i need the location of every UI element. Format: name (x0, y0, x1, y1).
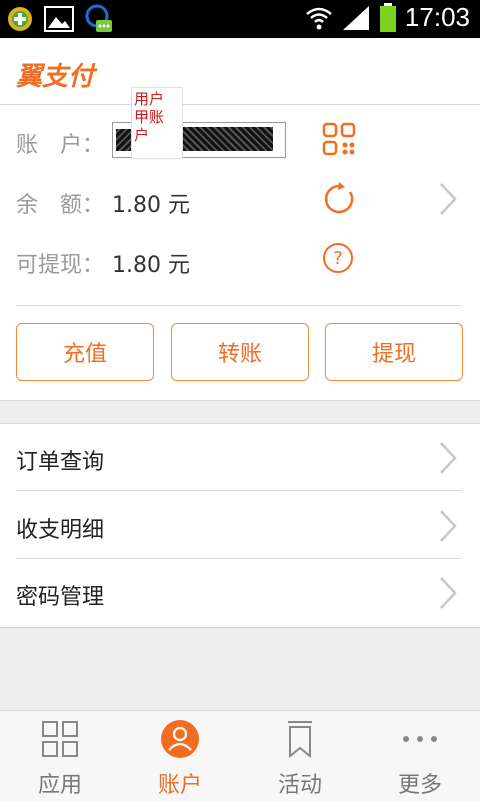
account-name-tooltip: 用户 甲账 户 (131, 87, 183, 159)
tooltip-line: 甲账 (134, 108, 165, 126)
image-icon (44, 6, 74, 32)
svg-text:?: ? (333, 248, 343, 269)
withdraw-button[interactable]: 提现 (325, 323, 463, 381)
tab-label: 更多 (397, 773, 442, 798)
withdrawable-label: 可提现： (16, 253, 105, 278)
clock: 17:03 (404, 2, 470, 32)
menu-list: 订单查询 收支明细 密码管理 (0, 423, 480, 628)
qr-code-icon[interactable] (322, 122, 356, 156)
chevron-right-icon (440, 577, 457, 609)
tab-label: 账户 (157, 773, 202, 798)
question-icon[interactable]: ? (322, 242, 354, 274)
tab-apps[interactable]: 应用 (0, 711, 120, 801)
account-card: 账 户： 用户 甲账 户 余 额： 1.80 元 可提现： 1.80 元 ? 充… (0, 87, 480, 401)
balance-label: 余 额： (16, 193, 105, 218)
menu-item-label: 订单查询 (16, 450, 105, 475)
menu-item-label: 收支明细 (16, 518, 105, 543)
menu-separator (16, 490, 462, 491)
battery-icon (379, 2, 396, 32)
chevron-right-icon (440, 510, 457, 542)
tab-label: 应用 (37, 773, 82, 798)
tab-activity[interactable]: 活动 (240, 711, 360, 801)
account-label: 账 户： (16, 133, 105, 158)
menu-item-orders[interactable]: 订单查询 (0, 424, 480, 491)
transfer-button[interactable]: 转账 (171, 323, 309, 381)
refresh-icon[interactable] (322, 182, 356, 216)
withdrawable-value: 1.80 元 (112, 253, 190, 278)
status-right-icons: 17:03 (305, 2, 470, 33)
tooltip-line: 用户 (134, 90, 165, 108)
more-icon (403, 736, 437, 742)
tooltip-line: 户 (134, 126, 150, 144)
wifi-icon (306, 7, 332, 29)
status-bar: 17:03 (0, 0, 480, 38)
tab-account[interactable]: 账户 (120, 711, 240, 801)
menu-item-statement[interactable]: 收支明细 (0, 492, 480, 559)
brand-logo: 翼支付 (16, 62, 95, 92)
user-icon (161, 720, 199, 758)
plus-circle-icon (8, 7, 32, 31)
bottom-tab-bar: 应用 账户 活动 更多 (0, 710, 480, 801)
tab-more[interactable]: 更多 (360, 711, 480, 801)
recharge-button[interactable]: 充值 (16, 323, 154, 381)
menu-item-password[interactable]: 密码管理 (0, 559, 480, 626)
grid-icon (42, 721, 78, 757)
status-left-icons (6, 4, 114, 34)
menu-item-label: 密码管理 (16, 585, 105, 610)
balance-value: 1.80 元 (112, 193, 190, 218)
tab-label: 活动 (277, 773, 322, 798)
signal-icon (342, 5, 369, 30)
account-divider (16, 305, 462, 306)
account-redaction-right (183, 127, 273, 151)
chevron-right-icon (440, 442, 457, 474)
balance-chevron-icon[interactable] (438, 181, 458, 217)
bookmark-icon (288, 721, 312, 759)
chat-icon (85, 4, 112, 32)
app-bar: 翼支付 (0, 38, 480, 105)
